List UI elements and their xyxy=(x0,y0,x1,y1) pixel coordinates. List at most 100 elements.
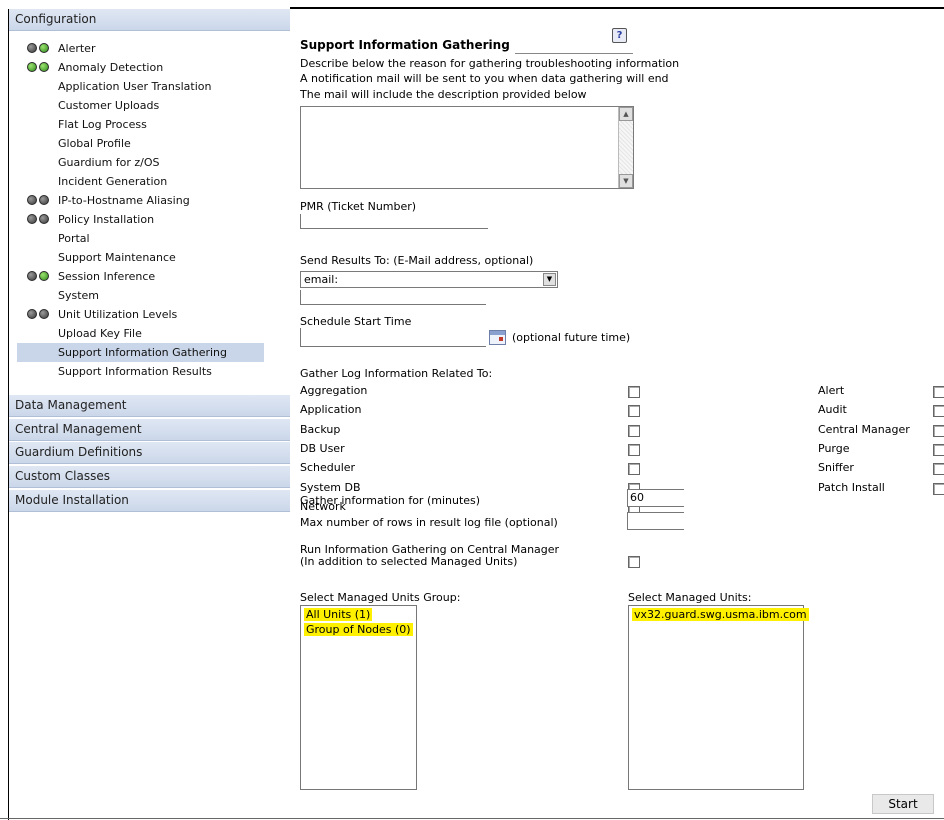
section-configuration[interactable]: Configuration xyxy=(9,9,290,31)
description-line-3: The mail will include the description pr… xyxy=(300,88,587,101)
textarea-scrollbar[interactable]: ▲ ▼ xyxy=(618,107,633,188)
description-line-2: A notification mail will be sent to you … xyxy=(300,72,669,85)
gather-minutes-input[interactable]: 60 xyxy=(627,489,684,507)
sidebar-item-label: Session Inference xyxy=(58,270,156,283)
status-led-icon xyxy=(27,271,51,282)
log-option-alert-label: Alert xyxy=(818,384,845,397)
log-option-aggregation-checkbox[interactable] xyxy=(628,386,640,398)
list-item[interactable]: All Units (1) xyxy=(304,608,373,621)
log-option-db-user-label: DB User xyxy=(300,441,345,455)
page-title: Support Information Gathering xyxy=(300,38,510,52)
sidebar-item-label: IP-to-Hostname Aliasing xyxy=(58,194,190,207)
schedule-label: Schedule Start Time xyxy=(300,315,412,328)
green-led-icon xyxy=(39,62,49,72)
sidebar-item-support-information-gathering[interactable]: Support Information Gathering xyxy=(17,343,264,362)
status-led-icon xyxy=(27,62,51,73)
run-cm-checkbox[interactable] xyxy=(628,556,640,568)
gray-led-icon xyxy=(27,309,37,319)
sidebar-item-label: Upload Key File xyxy=(58,327,142,340)
schedule-hint: (optional future time) xyxy=(512,331,631,344)
run-cm-label-2: (In addition to selected Managed Units) xyxy=(300,555,518,568)
sidebar-item-label: System xyxy=(58,289,100,302)
gray-led-icon xyxy=(27,195,37,205)
gray-led-icon xyxy=(27,43,37,53)
max-rows-label: Max number of rows in result log file (o… xyxy=(300,516,558,529)
managed-group-listbox[interactable]: All Units (1) Group of Nodes (0) xyxy=(300,605,417,790)
green-led-icon xyxy=(39,271,49,281)
managed-units-listbox[interactable]: vx32.guard.swg.usma.ibm.com xyxy=(628,605,809,790)
sidebar-item-label: Alerter xyxy=(58,42,96,55)
log-option-db-user-checkbox[interactable] xyxy=(628,443,640,456)
log-option-central-manager-checkbox[interactable] xyxy=(933,424,944,437)
send-results-input[interactable] xyxy=(300,290,486,305)
sidebar: Configuration Alerter Anomaly Detection Ap… xyxy=(9,9,290,820)
schedule-input[interactable] xyxy=(300,328,486,347)
log-option-backup-checkbox[interactable] xyxy=(628,424,640,437)
managed-group-label: Select Managed Units Group: xyxy=(300,591,461,604)
title-underline xyxy=(515,53,633,54)
description-line-1: Describe below the reason for gathering … xyxy=(300,57,680,70)
list-item[interactable]: Group of Nodes (0) xyxy=(304,623,413,636)
sidebar-item-label: Support Information Results xyxy=(58,365,212,378)
status-led-icon xyxy=(27,43,51,54)
sidebar-item-label: Guardium for z/OS xyxy=(58,156,160,169)
log-option-alert-checkbox[interactable] xyxy=(933,386,944,398)
max-rows-input[interactable] xyxy=(627,512,684,530)
log-option-sniffer-checkbox[interactable] xyxy=(933,463,944,476)
sidebar-item-label: Support Maintenance xyxy=(58,251,176,264)
gather-log-label: Gather Log Information Related To: xyxy=(300,367,493,380)
gray-led-icon xyxy=(39,214,49,224)
description-textarea[interactable]: ▲ ▼ xyxy=(300,106,634,189)
sidebar-item-label: Global Profile xyxy=(58,137,131,150)
log-option-purge-checkbox[interactable] xyxy=(933,443,944,456)
sidebar-item-label: Support Information Gathering xyxy=(58,346,228,359)
status-led-icon xyxy=(27,195,51,206)
log-option-sniffer-label: Sniffer xyxy=(818,461,854,475)
green-led-icon xyxy=(39,43,49,53)
send-results-select-value: email: xyxy=(304,273,339,286)
log-option-scheduler-checkbox[interactable] xyxy=(628,463,640,476)
log-option-backup-label: Backup xyxy=(300,422,341,436)
section-custom-classes[interactable]: Custom Classes xyxy=(9,466,290,488)
gray-led-icon xyxy=(39,309,49,319)
log-option-audit-checkbox[interactable] xyxy=(933,405,944,418)
section-module-installation[interactable]: Module Installation xyxy=(9,490,290,512)
gray-led-icon xyxy=(27,214,37,224)
sidebar-item-label: Unit Utilization Levels xyxy=(58,308,178,321)
gray-led-icon xyxy=(27,271,37,281)
start-button[interactable]: Start xyxy=(872,794,934,814)
sidebar-item-label: Application User Translation xyxy=(58,80,212,93)
send-results-select[interactable]: email: ▼ xyxy=(300,271,558,288)
section-data-management[interactable]: Data Management xyxy=(9,395,290,417)
status-led-icon xyxy=(27,214,51,225)
gather-minutes-label: Gather information for (minutes) xyxy=(300,494,481,507)
section-guardium-definitions[interactable]: Guardium Definitions xyxy=(9,442,290,464)
sidebar-item-label: Customer Uploads xyxy=(58,99,160,112)
send-results-label: Send Results To: (E-Mail address, option… xyxy=(300,254,534,267)
sidebar-item-label: Policy Installation xyxy=(58,213,155,226)
sidebar-item-label: Incident Generation xyxy=(58,175,168,188)
log-option-scheduler-label: Scheduler xyxy=(300,461,356,475)
pmr-label: PMR (Ticket Number) xyxy=(300,200,417,213)
log-option-purge-label: Purge xyxy=(818,441,850,455)
log-option-central-manager-label: Central Manager xyxy=(818,422,910,436)
managed-units-label: Select Managed Units: xyxy=(628,591,752,604)
sidebar-item-label: Flat Log Process xyxy=(58,118,147,131)
sidebar-item-label: Anomaly Detection xyxy=(58,61,164,74)
main-panel: Support Information Gathering ? Describe… xyxy=(290,9,944,820)
section-central-management[interactable]: Central Management xyxy=(9,419,290,441)
gray-led-icon xyxy=(39,195,49,205)
scroll-up-icon[interactable]: ▲ xyxy=(619,107,633,121)
app-frame: Configuration Alerter Anomaly Detection Ap… xyxy=(0,0,944,820)
list-item[interactable]: vx32.guard.swg.usma.ibm.com xyxy=(632,608,809,621)
green-led-icon xyxy=(27,62,37,72)
log-option-application-checkbox[interactable] xyxy=(628,405,640,418)
pmr-input[interactable] xyxy=(300,214,488,229)
log-option-audit-label: Audit xyxy=(818,403,847,417)
log-option-patch-install-checkbox[interactable] xyxy=(933,482,944,495)
log-option-aggregation-label: Aggregation xyxy=(300,384,368,397)
help-icon[interactable]: ? xyxy=(612,28,627,43)
scroll-down-icon[interactable]: ▼ xyxy=(619,174,633,188)
chevron-down-icon[interactable]: ▼ xyxy=(543,273,556,286)
calendar-icon[interactable] xyxy=(489,330,506,345)
